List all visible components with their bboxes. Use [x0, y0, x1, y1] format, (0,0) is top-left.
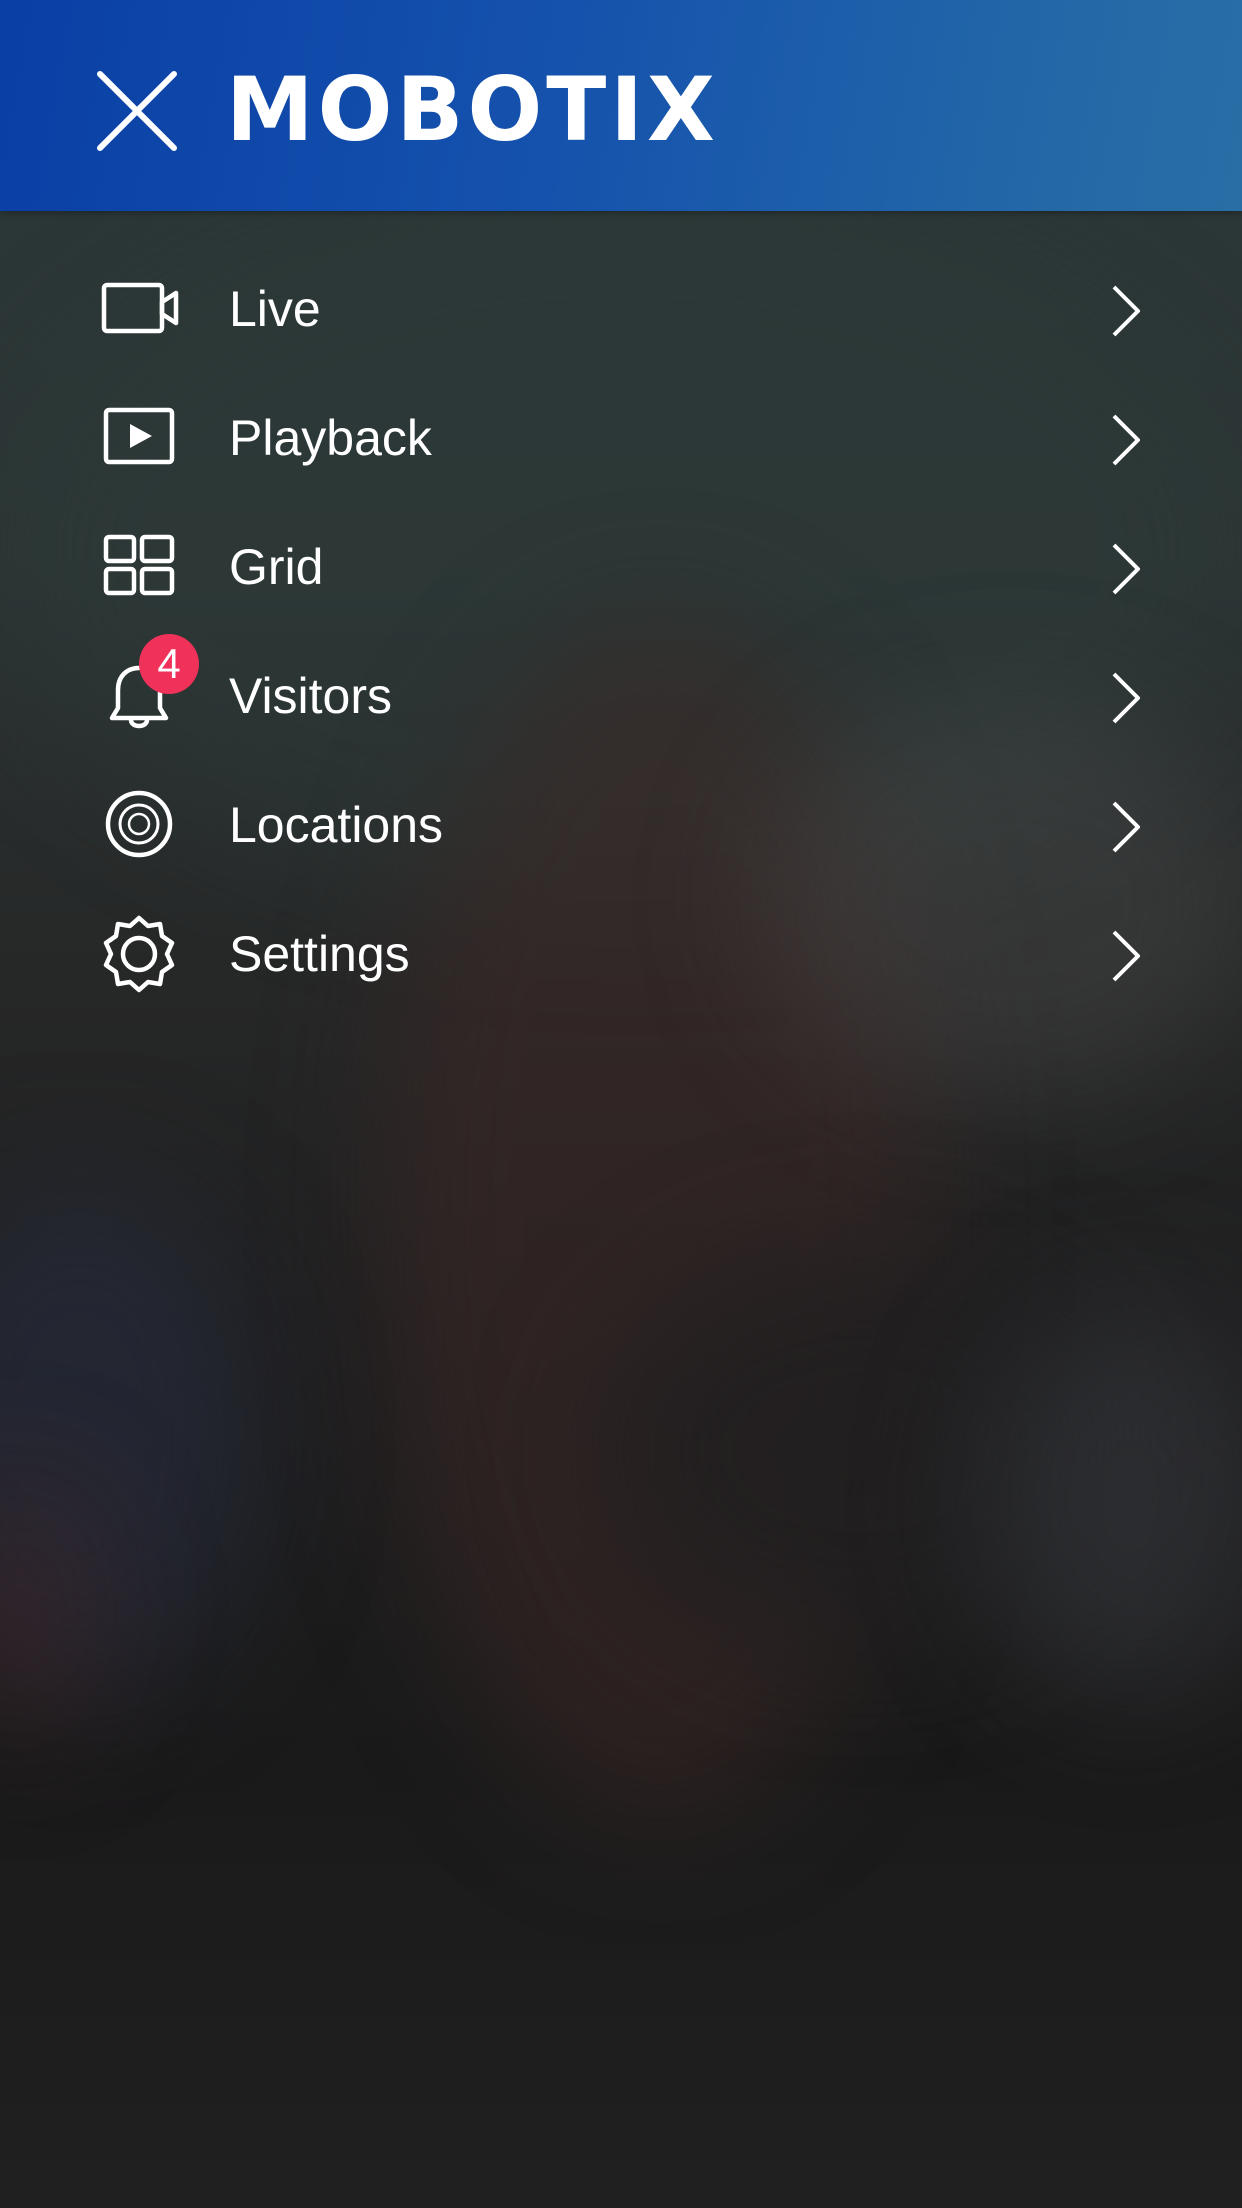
menu-item-label: Settings [229, 926, 410, 982]
chevron-right-icon [1108, 412, 1144, 468]
close-button[interactable] [96, 70, 178, 152]
visitors-count-badge: 4 [139, 634, 199, 694]
menu-item-live[interactable]: Live [0, 245, 1242, 374]
menu-item-label: Grid [229, 539, 324, 595]
video-camera-icon [100, 269, 180, 349]
menu-item-label: Locations [229, 797, 444, 853]
side-menu: Live Playback Grid Visitors Locations Se… [0, 245, 1242, 1019]
play-icon [100, 398, 180, 478]
menu-item-settings[interactable]: Settings [0, 890, 1242, 1019]
grid-icon [100, 527, 180, 607]
menu-item-label: Live [229, 281, 321, 337]
target-icon [100, 785, 180, 865]
menu-item-label: Playback [229, 410, 432, 466]
gear-icon [100, 914, 180, 994]
chevron-right-icon [1108, 799, 1144, 855]
brand-logo: MOBOTIX [226, 58, 719, 161]
chevron-right-icon [1108, 283, 1144, 339]
menu-item-label: Visitors [229, 668, 393, 724]
menu-item-playback[interactable]: Playback [0, 374, 1242, 503]
menu-item-grid[interactable]: Grid [0, 503, 1242, 632]
chevron-right-icon [1108, 541, 1144, 597]
chevron-right-icon [1108, 670, 1144, 726]
chevron-right-icon [1108, 928, 1144, 984]
close-icon [97, 71, 177, 151]
menu-item-locations[interactable]: Locations [0, 761, 1242, 890]
app-header: MOBOTIX [0, 0, 1242, 211]
